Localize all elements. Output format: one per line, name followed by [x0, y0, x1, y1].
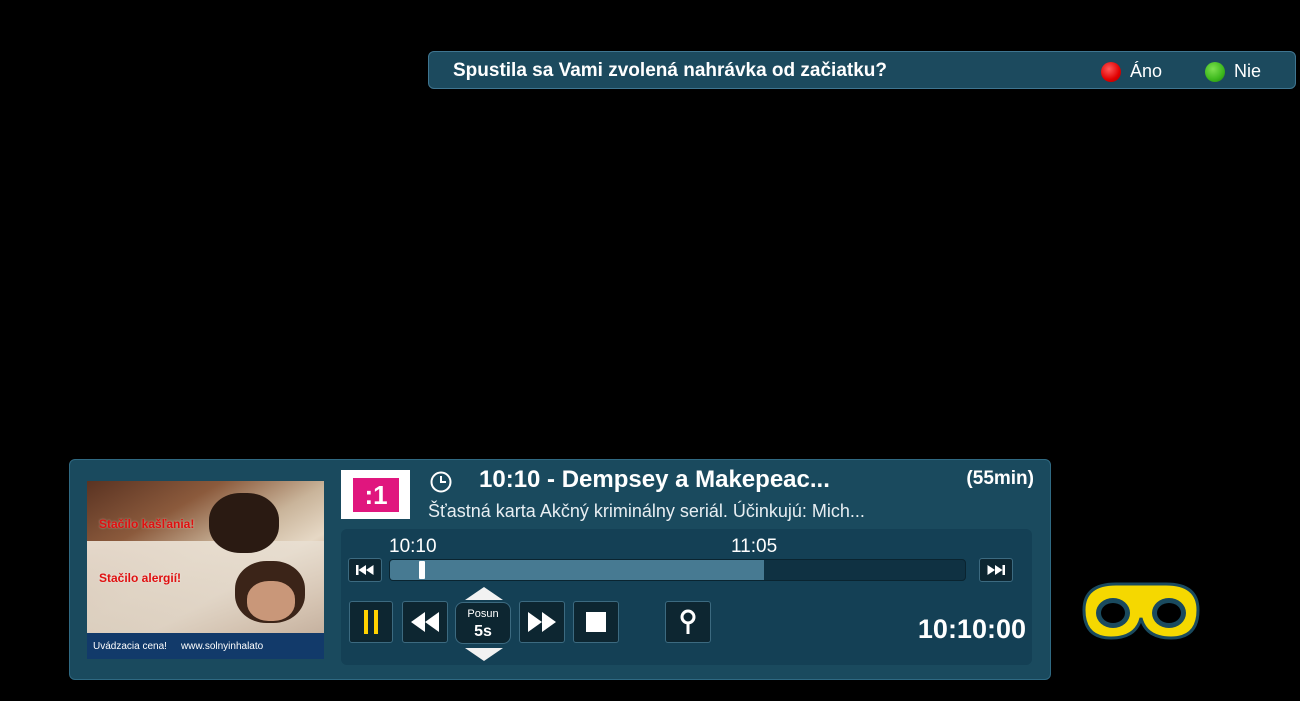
no-label: Nie — [1234, 61, 1262, 81]
playback-controls: 10:10 11:05 Posun 5s 10:10:00 — [341, 529, 1032, 665]
progress-fill — [390, 560, 764, 580]
seek-down-arrow-icon[interactable] — [465, 648, 503, 661]
pause-button[interactable] — [349, 601, 393, 643]
program-duration: (55min) — [966, 468, 1034, 489]
yes-option[interactable]: Áno — [1101, 61, 1162, 82]
fast-forward-button[interactable] — [519, 601, 565, 643]
seek-value: 5s — [474, 623, 492, 640]
channel-logo: :1 — [341, 470, 410, 519]
skip-to-end-icon — [987, 565, 1005, 575]
program-thumbnail: Stačilo kašľania! Stačilo alergií! Uvádz… — [87, 481, 324, 659]
stop-button[interactable] — [573, 601, 619, 643]
skip-back-button[interactable] — [348, 558, 382, 582]
pause-icon — [364, 610, 378, 634]
end-time: 11:05 — [731, 536, 778, 557]
seek-step-selector[interactable]: Posun 5s — [455, 602, 511, 644]
skip-to-start-icon — [356, 565, 374, 575]
program-title: 10:10 - Dempsey a Makepeac... — [479, 466, 830, 493]
current-time: 10:10:00 — [917, 614, 1026, 644]
thumbnail-ad-ribbon: Uvádzacia cena! www.solnyinhalato — [87, 633, 324, 659]
no-option[interactable]: Nie — [1205, 61, 1261, 82]
ribbon-right-text: www.solnyinhalato — [180, 640, 264, 652]
ribbon-left-text: Uvádzacia cena! — [93, 640, 167, 652]
seek-label: Posun — [467, 608, 499, 620]
stop-icon — [586, 612, 606, 632]
recording-start-prompt: Spustila sa Vami zvolená nahrávka od zač… — [428, 51, 1296, 89]
binoculars-logo-icon — [1082, 582, 1200, 640]
thumbnail-overlay-text-2: Stačilo alergií! — [99, 571, 182, 585]
rewind-icon — [411, 612, 439, 632]
bookmark-button[interactable] — [665, 601, 711, 643]
red-button-icon — [1101, 61, 1121, 82]
location-pin-icon — [680, 609, 696, 634]
start-time: 10:10 — [389, 536, 437, 557]
seek-up-arrow-icon[interactable] — [465, 587, 503, 600]
fast-forward-icon — [528, 612, 556, 632]
prompt-question: Spustila sa Vami zvolená nahrávka od zač… — [453, 60, 888, 81]
playback-info-panel: Stačilo kašľania! Stačilo alergií! Uvádz… — [69, 459, 1051, 680]
rewind-button[interactable] — [402, 601, 448, 643]
clock-icon — [430, 471, 452, 493]
thumbnail-overlay-text-1: Stačilo kašľania! — [99, 517, 195, 531]
yes-label: Áno — [1130, 61, 1163, 81]
progress-bar[interactable] — [389, 559, 966, 581]
playhead[interactable] — [419, 561, 425, 579]
green-button-icon — [1205, 61, 1225, 82]
program-description: Šťastná karta Akčný kriminálny seriál. Ú… — [428, 501, 865, 521]
jednotka-logo: :1 — [353, 478, 399, 512]
skip-forward-button[interactable] — [979, 558, 1013, 582]
